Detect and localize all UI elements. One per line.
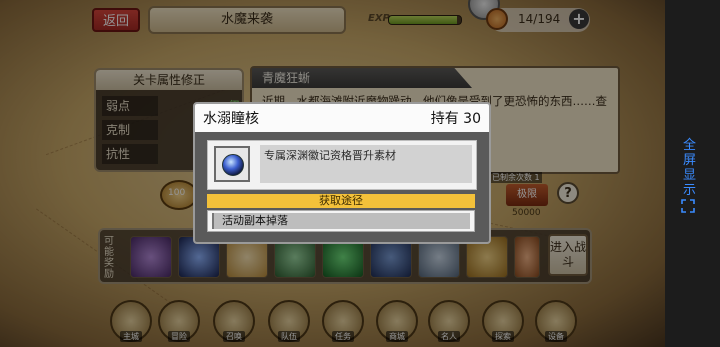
item-info-popup: 水溺瞳核 持有 30 专属深渊徽记资格晋升素材 获取途径 活动副本掉落	[193, 102, 491, 244]
item-detail: 专属深渊徽记资格晋升素材	[207, 140, 477, 190]
eye-core-icon	[222, 154, 244, 176]
fullscreen-label[interactable]: 全屏显示	[683, 138, 697, 198]
source-item[interactable]: 活动副本掉落	[212, 213, 470, 229]
source-list: 活动副本掉落	[207, 210, 475, 232]
game-screen: 返回 水魔来袭 EXP 14/194 + 关卡属性修正 弱点 伊 克制 暗 抗性…	[0, 0, 665, 347]
popup-header: 水溺瞳核 持有 30	[195, 104, 489, 132]
item-name: 水溺瞳核	[203, 111, 259, 127]
owned-count: 持有 30	[430, 111, 481, 127]
item-description: 专属深渊徽记资格晋升素材	[260, 145, 472, 183]
item-icon-frame	[214, 146, 250, 182]
source-header: 获取途径	[207, 194, 475, 208]
fullscreen-icon[interactable]	[681, 199, 695, 213]
